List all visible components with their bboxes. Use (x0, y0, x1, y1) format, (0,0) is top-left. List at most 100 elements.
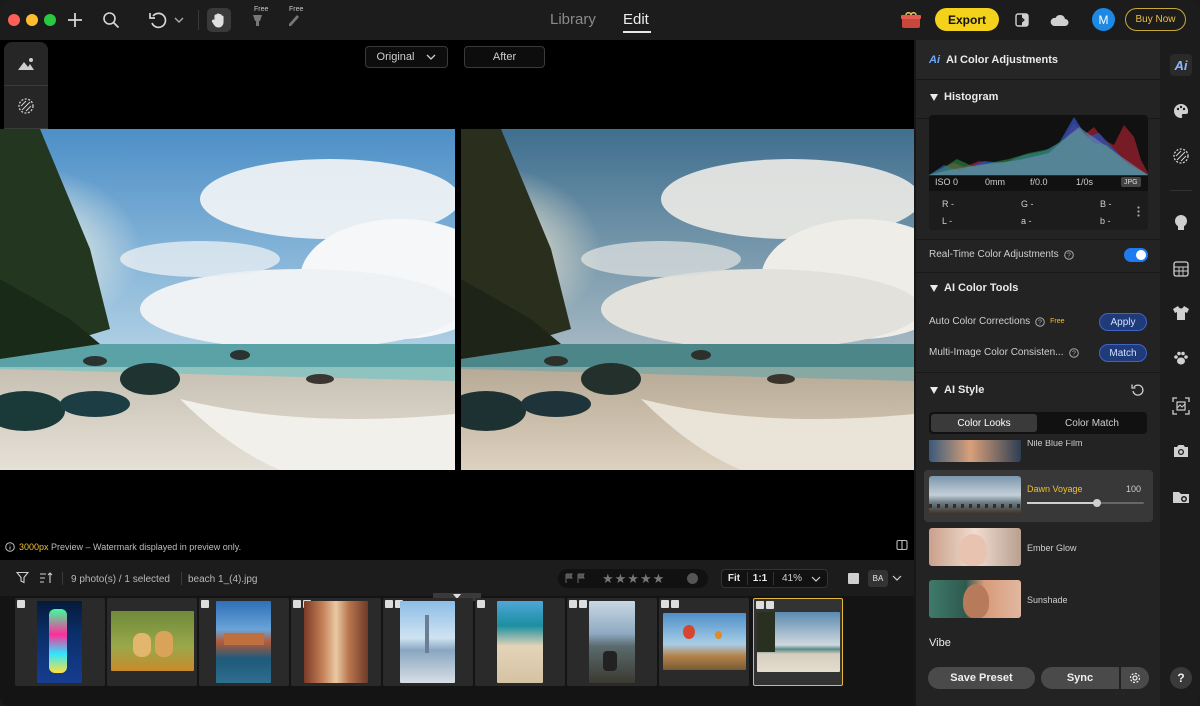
tab-edit[interactable]: Edit (623, 11, 649, 28)
tab-color-looks[interactable]: Color Looks (931, 414, 1037, 432)
buy-now-button[interactable]: Buy Now (1125, 8, 1186, 31)
thumbnail-1[interactable] (15, 598, 105, 686)
gift-box-icon[interactable] (899, 8, 923, 32)
help-icon[interactable]: ? (1068, 347, 1079, 358)
histogram-panel: ISO 0 0mm f/0.0 1/0s JPG R - G - B - L -… (929, 115, 1148, 230)
chevron-down-icon (426, 54, 436, 60)
toolbar-divider (198, 10, 199, 30)
zoom-window-button[interactable] (44, 14, 56, 26)
realtime-toggle[interactable] (1124, 248, 1148, 262)
svg-text:?: ? (1038, 319, 1042, 326)
color-tools-section-header[interactable]: AI Color Tools (930, 282, 1018, 294)
look-thumbnail-dawn-voyage[interactable] (929, 476, 1021, 514)
ai-style-section-header[interactable]: AI Style (930, 384, 984, 396)
help-icon[interactable]: ? (1035, 316, 1045, 327)
pet-paw-icon[interactable] (1170, 347, 1192, 369)
edited-badge-icon (569, 600, 577, 608)
avatar[interactable]: M (1092, 8, 1115, 31)
svg-text:?: ? (1072, 350, 1076, 357)
help-icon[interactable]: ? (1063, 249, 1074, 260)
edited-badge-icon (201, 600, 209, 608)
thumbnail-9[interactable] (753, 598, 843, 686)
ai-color-icon[interactable]: Ai (1170, 54, 1192, 76)
save-preset-button[interactable]: Save Preset (928, 667, 1035, 689)
look-strength-slider[interactable] (1027, 499, 1144, 507)
chevron-down-icon[interactable] (811, 575, 821, 583)
undo-icon[interactable] (146, 8, 170, 32)
histogram-title: Histogram (944, 91, 999, 103)
free-tag: Free (1050, 318, 1065, 325)
edited-badge-icon (385, 600, 393, 608)
texture-tool-icon[interactable] (12, 92, 40, 120)
color-label-dot[interactable] (687, 573, 698, 584)
ai-style-title: AI Style (944, 384, 985, 396)
preview-note-text: Preview – Watermark displayed in preview… (48, 542, 242, 552)
look-thumbnail-ember-glow[interactable] (929, 528, 1021, 566)
before-after-view-button[interactable]: BA (868, 570, 888, 587)
filmstrip-divider (181, 572, 182, 585)
multi-image-row: Multi-Image Color Consisten... ? (929, 347, 1079, 358)
look-thumbnail-sunshade[interactable] (929, 580, 1021, 618)
face-icon[interactable] (1170, 211, 1192, 233)
fit-button[interactable]: Fit (722, 570, 746, 587)
minimize-window-button[interactable] (26, 14, 38, 26)
tab-library[interactable]: Library (550, 11, 596, 28)
apply-button[interactable]: Apply (1099, 313, 1147, 331)
export-badge-icon (579, 600, 587, 608)
background-icon[interactable] (1170, 258, 1192, 280)
thumbnail-5[interactable] (383, 598, 473, 686)
share-panel-icon[interactable] (1010, 8, 1034, 32)
single-view-icon[interactable] (848, 573, 859, 584)
palette-icon[interactable] (1170, 100, 1192, 122)
search-icon[interactable] (99, 8, 123, 32)
sync-settings-button[interactable] (1121, 667, 1149, 689)
iso-readout: ISO 0 (935, 177, 959, 187)
add-icon[interactable] (63, 8, 87, 32)
thumbnail-6[interactable] (475, 598, 565, 686)
sync-button[interactable]: Sync (1041, 667, 1119, 689)
thumbnail-7[interactable] (567, 598, 657, 686)
landscape-tool-icon[interactable] (12, 50, 40, 78)
clothing-icon[interactable] (1170, 302, 1192, 324)
close-window-button[interactable] (8, 14, 20, 26)
hand-tool-icon[interactable] (207, 8, 231, 32)
thumbnail-8[interactable] (659, 598, 749, 686)
histogram-section-header[interactable]: Histogram (930, 91, 998, 103)
after-photo[interactable] (461, 129, 914, 470)
panel-title-text: AI Color Adjustments (946, 54, 1059, 66)
help-button[interactable]: ? (1170, 667, 1192, 689)
free-tag: Free (254, 6, 269, 13)
folder-view-icon[interactable] (1170, 486, 1192, 508)
edited-badge-icon (293, 600, 301, 608)
undo-history-chevron-icon[interactable] (171, 8, 187, 32)
crop-frame-icon[interactable] (1170, 395, 1192, 417)
tab-color-match[interactable]: Color Match (1039, 414, 1145, 432)
thumbnail-3[interactable] (199, 598, 289, 686)
more-options-icon[interactable] (1137, 206, 1140, 217)
sort-icon[interactable] (36, 567, 56, 587)
match-button[interactable]: Match (1099, 344, 1147, 362)
original-dropdown[interactable]: Original (365, 46, 448, 68)
camera-icon[interactable] (1170, 440, 1192, 462)
original-photo[interactable] (0, 129, 455, 470)
star-rating[interactable]: ★★★★★ (602, 571, 665, 587)
after-button[interactable]: After (464, 46, 545, 68)
one-to-one-button[interactable]: 1:1 (748, 570, 772, 587)
thumbnail-2[interactable] (107, 598, 197, 686)
zoom-level[interactable]: 41% (782, 573, 802, 584)
split-view-icon[interactable] (894, 537, 910, 553)
texture-icon[interactable] (1170, 145, 1192, 167)
ai-style-tabs: Color Looks Color Match (929, 412, 1147, 434)
thumbnail-4[interactable] (291, 598, 381, 686)
filter-icon[interactable] (12, 567, 32, 587)
cloud-icon[interactable] (1047, 8, 1071, 32)
reset-icon[interactable] (1131, 383, 1144, 396)
look-thumbnail[interactable] (929, 440, 1021, 462)
ai-logo-icon: Ai (929, 54, 940, 66)
flag-icons[interactable] (565, 573, 589, 584)
export-button[interactable]: Export (935, 8, 999, 31)
format-badge: JPG (1121, 177, 1141, 187)
chevron-down-icon[interactable] (892, 574, 902, 582)
edited-badge-icon (17, 600, 25, 608)
collapse-triangle-icon (930, 386, 938, 394)
